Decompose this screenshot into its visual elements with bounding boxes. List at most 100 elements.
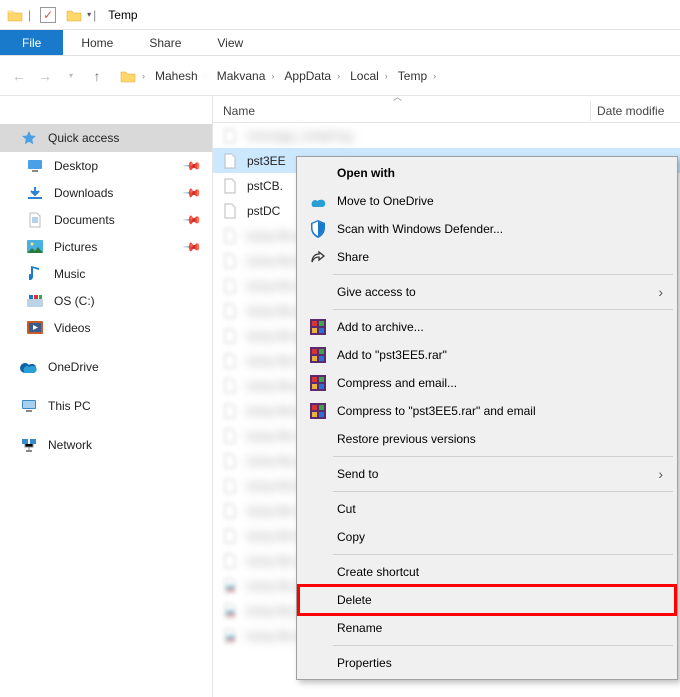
- ctx-restore-versions[interactable]: Restore previous versions: [299, 425, 675, 453]
- document-file-icon: [221, 277, 239, 295]
- ctx-send-to[interactable]: Send to›: [299, 460, 675, 488]
- file-name: temp-file-k: [247, 479, 303, 493]
- sidebar-osc[interactable]: OS (C:): [0, 287, 212, 314]
- documents-icon: [26, 211, 44, 229]
- ctx-copy[interactable]: Copy: [299, 523, 675, 551]
- file-name: pstCB.: [247, 179, 283, 193]
- sidebar-thispc[interactable]: This PC: [0, 392, 212, 419]
- winrar-icon: [307, 345, 329, 365]
- document-file-icon: [221, 477, 239, 495]
- separator: |: [93, 8, 96, 22]
- document-file-icon: [221, 127, 239, 145]
- pin-icon: 📌: [182, 236, 202, 256]
- sidebar-music[interactable]: Music: [0, 260, 212, 287]
- pin-icon: 📌: [182, 182, 202, 202]
- window-title: Temp: [108, 8, 137, 22]
- document-file-icon: [221, 427, 239, 445]
- crumb-appdata[interactable]: AppData›: [280, 65, 346, 87]
- ctx-rename[interactable]: Rename: [299, 614, 675, 642]
- image-file-icon: [221, 627, 239, 645]
- pin-icon: 📌: [182, 209, 202, 229]
- window-icon: [4, 4, 26, 26]
- ctx-defender[interactable]: Scan with Windows Defender...: [299, 215, 675, 243]
- file-name: temp-file-c: [247, 279, 303, 293]
- crumb-root[interactable]: ›: [116, 65, 151, 87]
- up-button[interactable]: ↑: [84, 63, 110, 89]
- sidebar-pictures[interactable]: Pictures📌: [0, 233, 212, 260]
- navigation-pane: Quick access Desktop📌 Downloads📌 Documen…: [0, 96, 213, 697]
- qat-properties-icon[interactable]: ✓: [37, 4, 59, 26]
- chevron-right-icon: ›: [658, 466, 663, 482]
- column-name[interactable]: Name: [213, 104, 590, 118]
- ctx-give-access[interactable]: Give access to›: [299, 278, 675, 306]
- tab-file[interactable]: File: [0, 30, 63, 55]
- star-icon: [20, 129, 38, 147]
- document-file-icon: [221, 552, 239, 570]
- column-date-modified[interactable]: Date modifie: [590, 101, 680, 121]
- ctx-add-archive[interactable]: Add to archive...: [299, 313, 675, 341]
- qat-dropdown-icon[interactable]: ▾: [87, 10, 91, 19]
- file-name: pstDC: [247, 204, 280, 218]
- qat-folder-icon[interactable]: [63, 4, 85, 26]
- ctx-delete[interactable]: Delete: [299, 586, 675, 614]
- network-icon: [20, 436, 38, 454]
- back-button[interactable]: ←: [6, 63, 32, 89]
- ribbon-tabs: File Home Share View: [0, 30, 680, 56]
- file-row[interactable]: message_install.log: [213, 123, 680, 148]
- ctx-open-with[interactable]: Open with: [299, 159, 675, 187]
- ctx-move-onedrive[interactable]: Move to OneDrive: [299, 187, 675, 215]
- context-menu: Open with Move to OneDrive Scan with Win…: [296, 156, 678, 680]
- ctx-properties[interactable]: Properties: [299, 649, 675, 677]
- document-file-icon: [221, 252, 239, 270]
- ctx-compress-rar-email[interactable]: Compress to "pst3EE5.rar" and email: [299, 397, 675, 425]
- onedrive-icon: [20, 358, 38, 376]
- sidebar-onedrive[interactable]: OneDrive: [0, 353, 212, 380]
- ctx-cut[interactable]: Cut: [299, 495, 675, 523]
- forward-button[interactable]: →: [32, 63, 58, 89]
- recent-dropdown-icon[interactable]: ▾: [58, 63, 84, 89]
- tab-share[interactable]: Share: [131, 30, 199, 55]
- document-file-icon: [221, 152, 239, 170]
- sidebar-documents[interactable]: Documents📌: [0, 206, 212, 233]
- navigation-bar: ← → ▾ ↑ › Mahesh› Makvana› AppData› Loca…: [0, 56, 680, 96]
- document-file-icon: [221, 177, 239, 195]
- sidebar-quick-access[interactable]: Quick access: [0, 124, 212, 152]
- file-name: message_install.log: [247, 129, 352, 143]
- crumb-user2[interactable]: Makvana›: [213, 65, 281, 87]
- crumb-local[interactable]: Local›: [346, 65, 394, 87]
- shield-icon: [307, 219, 329, 239]
- sidebar-desktop[interactable]: Desktop📌: [0, 152, 212, 179]
- document-file-icon: [221, 502, 239, 520]
- file-name: pst3EE: [247, 154, 286, 168]
- document-file-icon: [221, 227, 239, 245]
- crumb-temp[interactable]: Temp›: [394, 65, 442, 87]
- document-file-icon: [221, 302, 239, 320]
- onedrive-icon: [307, 191, 329, 211]
- sidebar-downloads[interactable]: Downloads📌: [0, 179, 212, 206]
- tab-view[interactable]: View: [199, 30, 261, 55]
- videos-icon: [26, 319, 44, 337]
- column-headers: Name Date modifie: [213, 96, 680, 123]
- music-icon: [26, 265, 44, 283]
- drive-icon: [26, 292, 44, 310]
- document-file-icon: [221, 352, 239, 370]
- sidebar-network[interactable]: Network: [0, 431, 212, 458]
- winrar-icon: [307, 401, 329, 421]
- file-name: temp-file-f: [247, 354, 300, 368]
- pictures-icon: [26, 238, 44, 256]
- address-bar[interactable]: › Mahesh› Makvana› AppData› Local› Temp›: [116, 65, 442, 87]
- crumb-user[interactable]: Mahesh›: [151, 65, 213, 87]
- file-name: temp-file-l: [247, 504, 300, 518]
- ctx-create-shortcut[interactable]: Create shortcut: [299, 558, 675, 586]
- downloads-icon: [26, 184, 44, 202]
- winrar-icon: [307, 373, 329, 393]
- sidebar-videos[interactable]: Videos: [0, 314, 212, 341]
- thispc-icon: [20, 397, 38, 415]
- document-file-icon: [221, 452, 239, 470]
- document-file-icon: [221, 527, 239, 545]
- file-name: temp-file-j: [247, 454, 300, 468]
- ctx-compress-email[interactable]: Compress and email...: [299, 369, 675, 397]
- tab-home[interactable]: Home: [63, 30, 131, 55]
- ctx-add-rar[interactable]: Add to "pst3EE5.rar": [299, 341, 675, 369]
- ctx-share[interactable]: Share: [299, 243, 675, 271]
